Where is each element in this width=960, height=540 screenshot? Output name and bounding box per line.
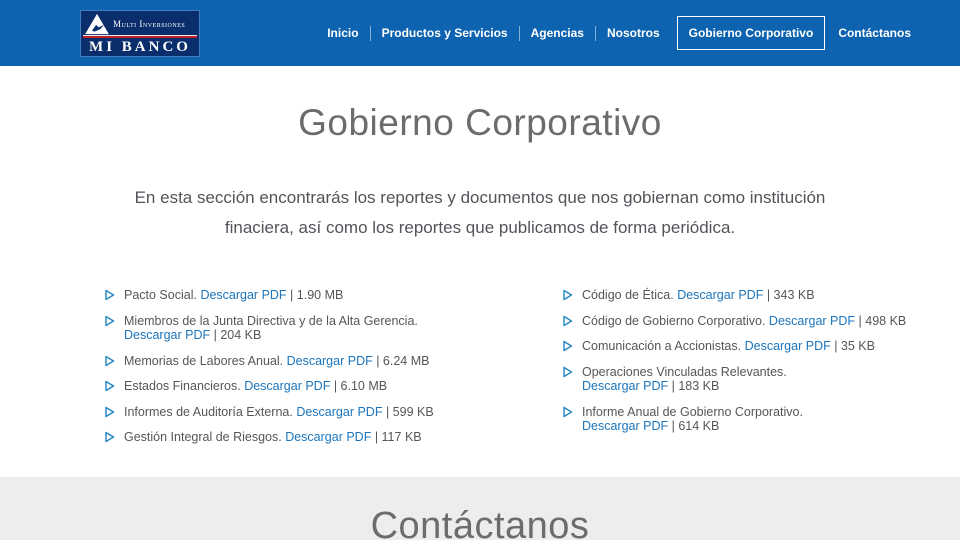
document-name: Informes de Auditoría Externa.: [124, 404, 297, 419]
document-item: Pacto Social. Descargar PDF | 1.90 MB: [105, 288, 563, 303]
document-item: Gestión Integral de Riesgos. Descargar P…: [105, 430, 563, 445]
intro-line-1: En esta sección encontrarás los reportes…: [134, 188, 826, 207]
download-pdf-link[interactable]: Descargar PDF: [582, 379, 668, 393]
document-name: Pacto Social.: [124, 288, 201, 302]
mountain-dove-logo-icon: [85, 13, 109, 35]
download-pdf-link[interactable]: Descargar PDF: [287, 354, 373, 368]
download-pdf-link[interactable]: Descargar PDF: [244, 379, 330, 393]
triangle-bullet-icon: [563, 366, 573, 377]
document-item: Comunicación a Accionistas. Descargar PD…: [563, 339, 953, 354]
document-size: | 183 KB: [668, 379, 720, 393]
header-bar: Multi Inversiones MI BANCO Inicio Produc…: [0, 0, 960, 66]
triangle-bullet-icon: [105, 380, 115, 392]
download-pdf-link[interactable]: Descargar PDF: [582, 419, 668, 433]
document-size: | 614 KB: [668, 419, 720, 433]
document-size: | 1.90 MB: [286, 288, 344, 302]
intro-text: En esta sección encontrarás los reportes…: [0, 183, 960, 243]
download-pdf-link[interactable]: Descargar PDF: [677, 288, 763, 302]
nav-item-agencias[interactable]: Agencias: [520, 26, 595, 40]
document-item: Código de Gobierno Corporativo. Descarga…: [563, 314, 953, 329]
document-size: | 117 KB: [371, 430, 422, 444]
document-item: Memorias de Labores Anual. Descargar PDF…: [105, 354, 563, 369]
triangle-bullet-icon: [105, 289, 115, 301]
bank-logo[interactable]: Multi Inversiones MI BANCO: [80, 10, 200, 57]
triangle-bullet-icon: [563, 340, 573, 352]
document-name: Comunicación a Accionistas.: [582, 339, 745, 353]
triangle-bullet-icon: [563, 315, 573, 326]
documents-section: Pacto Social. Descargar PDF | 1.90 MB Mi…: [105, 288, 960, 456]
nav-item-inicio[interactable]: Inicio: [316, 26, 369, 40]
document-name: Gestión Integral de Riesgos.: [124, 430, 286, 444]
footer-section: Contáctanos: [0, 477, 960, 540]
logo-top-text: Multi Inversiones: [113, 19, 186, 29]
document-size: | 6.10 MB: [330, 379, 388, 393]
document-size: | 343 KB: [763, 288, 815, 302]
download-pdf-link[interactable]: Descargar PDF: [296, 405, 382, 419]
download-pdf-link[interactable]: Descargar PDF: [200, 288, 286, 302]
page-title: Gobierno Corporativo: [298, 102, 662, 143]
download-pdf-link[interactable]: Descargar PDF: [745, 339, 831, 353]
triangle-bullet-icon: [105, 355, 115, 366]
triangle-bullet-icon: [105, 431, 115, 443]
intro-line-2: finaciera, así como los reportes que pub…: [224, 218, 736, 237]
document-item: Operaciones Vinculadas Relevantes. Desca…: [563, 365, 953, 394]
document-name: Informe Anual de Gobierno Corporativo.: [582, 404, 803, 419]
document-name: Memorias de Labores Anual.: [124, 353, 287, 368]
triangle-bullet-icon: [563, 406, 573, 417]
download-pdf-link[interactable]: Descargar PDF: [769, 314, 855, 328]
main-nav: Inicio Productos y Servicios Agencias No…: [316, 0, 922, 66]
document-size: | 498 KB: [855, 313, 907, 328]
document-item: Estados Financieros. Descargar PDF | 6.1…: [105, 379, 563, 394]
download-pdf-link[interactable]: Descargar PDF: [124, 328, 210, 342]
document-name: Código de Gobierno Corporativo.: [582, 313, 769, 328]
logo-top-row: Multi Inversiones: [81, 11, 199, 35]
document-item: Código de Ética. Descargar PDF | 343 KB: [563, 288, 953, 303]
document-name: Miembros de la Junta Directiva y de la A…: [124, 313, 418, 328]
logo-bank-name: MI BANCO: [89, 39, 191, 55]
nav-item-gobierno-corporativo[interactable]: Gobierno Corporativo: [676, 16, 826, 50]
document-name: Estados Financieros.: [124, 379, 245, 393]
document-item: Informe Anual de Gobierno Corporativo. D…: [563, 405, 953, 434]
footer-title: Contáctanos: [370, 505, 590, 540]
triangle-bullet-icon: [105, 406, 115, 417]
nav-item-nosotros[interactable]: Nosotros: [596, 26, 671, 40]
document-size: | 599 KB: [382, 404, 434, 419]
nav-item-productos-y-servicios[interactable]: Productos y Servicios: [371, 26, 519, 40]
document-name: Código de Ética.: [582, 288, 678, 302]
document-name: Operaciones Vinculadas Relevantes.: [582, 364, 787, 379]
nav-item-contactanos[interactable]: Contáctanos: [827, 26, 922, 40]
document-size: | 204 KB: [210, 328, 262, 342]
download-pdf-link[interactable]: Descargar PDF: [285, 430, 371, 444]
document-size: | 6.24 MB: [372, 353, 430, 368]
document-item: Miembros de la Junta Directiva y de la A…: [105, 314, 563, 343]
documents-column-left: Pacto Social. Descargar PDF | 1.90 MB Mi…: [105, 288, 563, 456]
document-size: | 35 KB: [830, 339, 875, 353]
triangle-bullet-icon: [105, 315, 115, 326]
document-item: Informes de Auditoría Externa. Descargar…: [105, 405, 563, 420]
documents-column-right: Código de Ética. Descargar PDF | 343 KB …: [563, 288, 953, 456]
triangle-bullet-icon: [563, 289, 573, 301]
